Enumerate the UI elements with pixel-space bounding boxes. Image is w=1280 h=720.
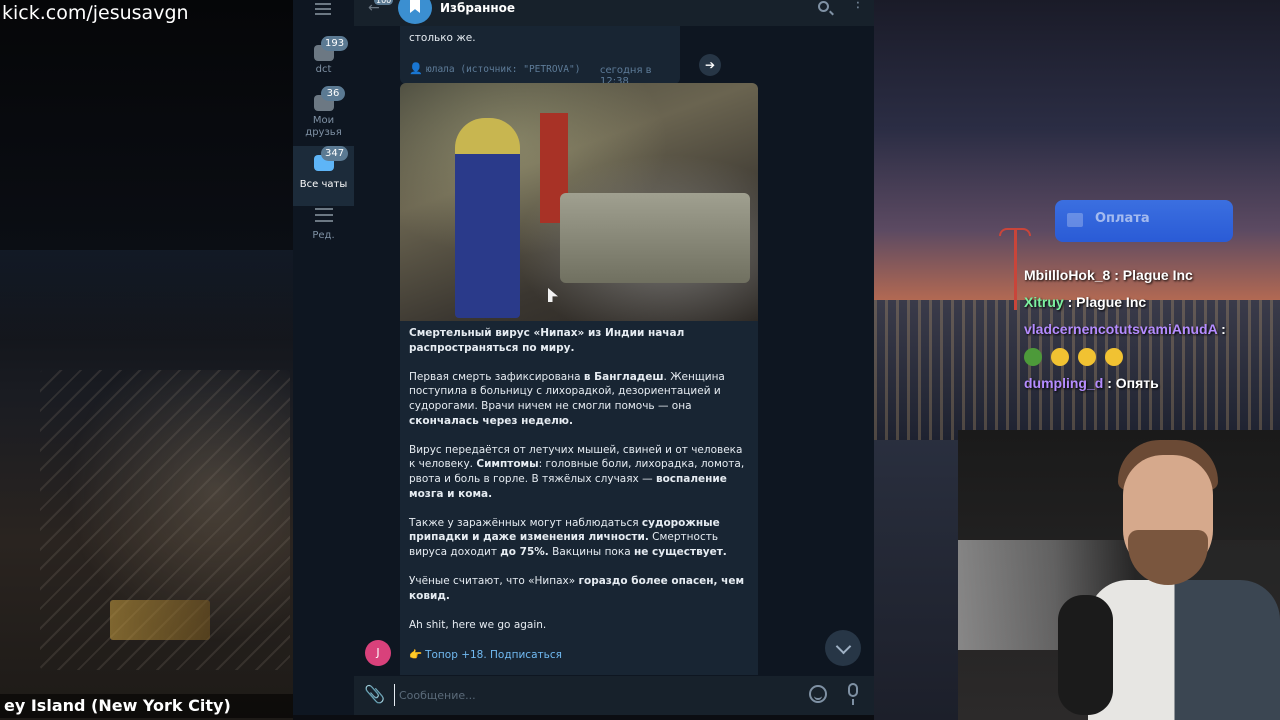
streamer-shirt <box>1088 580 1280 720</box>
city-night-background <box>0 0 293 720</box>
folder-label: Все чаты <box>299 179 348 190</box>
payment-button[interactable]: Оплата <box>1055 200 1233 242</box>
chat-username: dumpling_d <box>1024 375 1104 391</box>
hamburger-menu-icon[interactable] <box>315 3 331 15</box>
emoji-icon[interactable] <box>809 685 827 703</box>
chat-username: MbiIlloHok_8 <box>1024 267 1111 283</box>
folder-label: Мои друзья <box>305 115 342 138</box>
payment-button-label: Оплата <box>1095 211 1150 226</box>
pepe-emote-icon <box>1024 348 1042 367</box>
composer-bar: 📎 <box>354 675 874 715</box>
chat-message: dumpling_d : Опять <box>1024 370 1280 397</box>
subscribe-link[interactable]: 👉 Топор +18. Подписаться <box>409 648 562 661</box>
previous-message-bubble: столько же. 👤 юлала (источник: "PETROVA"… <box>400 26 680 87</box>
stream-chat: MbiIlloHok_8 : Plague Inc Xitruy : Plagu… <box>1024 262 1280 397</box>
subscribe-link-text: Топор +18. Подписаться <box>425 649 562 661</box>
message-list[interactable]: столько же. 👤 юлала (источник: "PETROVA"… <box>354 26 874 675</box>
webcam-feed <box>958 430 1280 720</box>
hospital-bed <box>560 193 750 283</box>
parachute-tower <box>1014 230 1017 310</box>
message-input[interactable] <box>394 684 764 706</box>
chat-emotes <box>1024 343 1280 370</box>
message-text: Смертельный вирус «Нипах» из Индии начал… <box>409 326 749 647</box>
pointing-hand-icon: 👉 <box>409 649 423 661</box>
paragraph-1: Первая смерть зафиксирована в Бангладеш.… <box>409 370 725 427</box>
folder-sidebar: 193 dct 36 Мои друзья 347 Все чаты Ред. <box>293 0 354 715</box>
location-caption: ey Island (New York City) <box>0 694 293 718</box>
street-lights <box>110 600 210 640</box>
emote-icon <box>1078 348 1096 367</box>
search-icon[interactable] <box>818 1 829 12</box>
unread-badge: 193 <box>321 36 349 51</box>
chat-title[interactable]: Избранное <box>440 1 515 15</box>
paragraph-2: Вирус передаётся от летучих мышей, свине… <box>409 443 745 500</box>
chat-text: : Опять <box>1107 375 1159 391</box>
chat-message: vladcernencotutsvamiAnudA : <box>1024 316 1280 343</box>
unread-badge: 347 <box>321 146 349 161</box>
microphone-icon[interactable] <box>848 683 858 705</box>
forward-arrow-icon[interactable]: ➔ <box>699 54 721 76</box>
streamer-url: kick.com/jesusavgn <box>2 2 189 24</box>
telegram-window: 193 dct 36 Мои друзья 347 Все чаты Ред. … <box>293 0 874 715</box>
message-bubble: Смертельный вирус «Нипах» из Индии начал… <box>400 83 758 675</box>
message-headline: Смертельный вирус «Нипах» из Индии начал… <box>409 327 685 354</box>
message-photo[interactable] <box>400 83 758 321</box>
chat-message: Xitruy : Plague Inc <box>1024 289 1280 316</box>
folder-label: Ред. <box>312 230 335 241</box>
stream-frame: kick.com/jesusavgn ey Island (New York C… <box>0 0 1280 720</box>
more-vertical-icon[interactable]: ⋮ <box>851 0 865 10</box>
chat-username: Xitruy <box>1024 294 1064 310</box>
paragraph-3: Также у заражённых могут наблюдаться суд… <box>409 516 727 558</box>
chat-text: : Plague Inc <box>1114 267 1193 283</box>
paragraph-5: Ah shit, here we go again. <box>409 618 547 631</box>
chat-text: : <box>1221 321 1226 337</box>
chat-message: MbiIlloHok_8 : Plague Inc <box>1024 262 1280 289</box>
folder-my-friends[interactable]: 36 Мои друзья <box>293 86 354 146</box>
card-icon <box>1067 213 1083 227</box>
previous-message-text: столько же. <box>409 32 476 44</box>
emote-icon <box>1051 348 1069 367</box>
avatar[interactable]: J <box>365 640 391 666</box>
paperclip-icon[interactable]: 📎 <box>364 686 385 704</box>
back-unread-badge: 100 <box>374 0 394 5</box>
folder-label: dct <box>315 64 332 75</box>
forwarded-from[interactable]: юлала (источник: "PETROVA") <box>426 64 580 75</box>
chat-header: ← 100 Избранное ⋮ <box>354 0 874 26</box>
mouse-cursor-icon <box>548 288 558 302</box>
paragraph-4: Учёные считают, что «Нипах» гораздо боле… <box>409 575 745 602</box>
scroll-down-button[interactable] <box>825 630 861 666</box>
edit-folders-icon[interactable] <box>315 208 333 222</box>
horizon-glow <box>0 250 293 340</box>
unread-badge: 36 <box>321 86 345 101</box>
chat-text: : Plague Inc <box>1067 294 1147 310</box>
user-icon: 👤 <box>409 62 423 75</box>
saved-messages-bookmark-icon[interactable] <box>398 0 432 24</box>
chat-username: vladcernencotutsvamiAnudA <box>1024 321 1218 337</box>
folder-edit[interactable]: Ред. <box>293 230 354 244</box>
folder-all-chats[interactable]: 347 Все чаты <box>293 146 354 206</box>
nurse-figure <box>455 118 520 318</box>
emote-icon <box>1105 348 1123 367</box>
microphone <box>1058 595 1113 715</box>
